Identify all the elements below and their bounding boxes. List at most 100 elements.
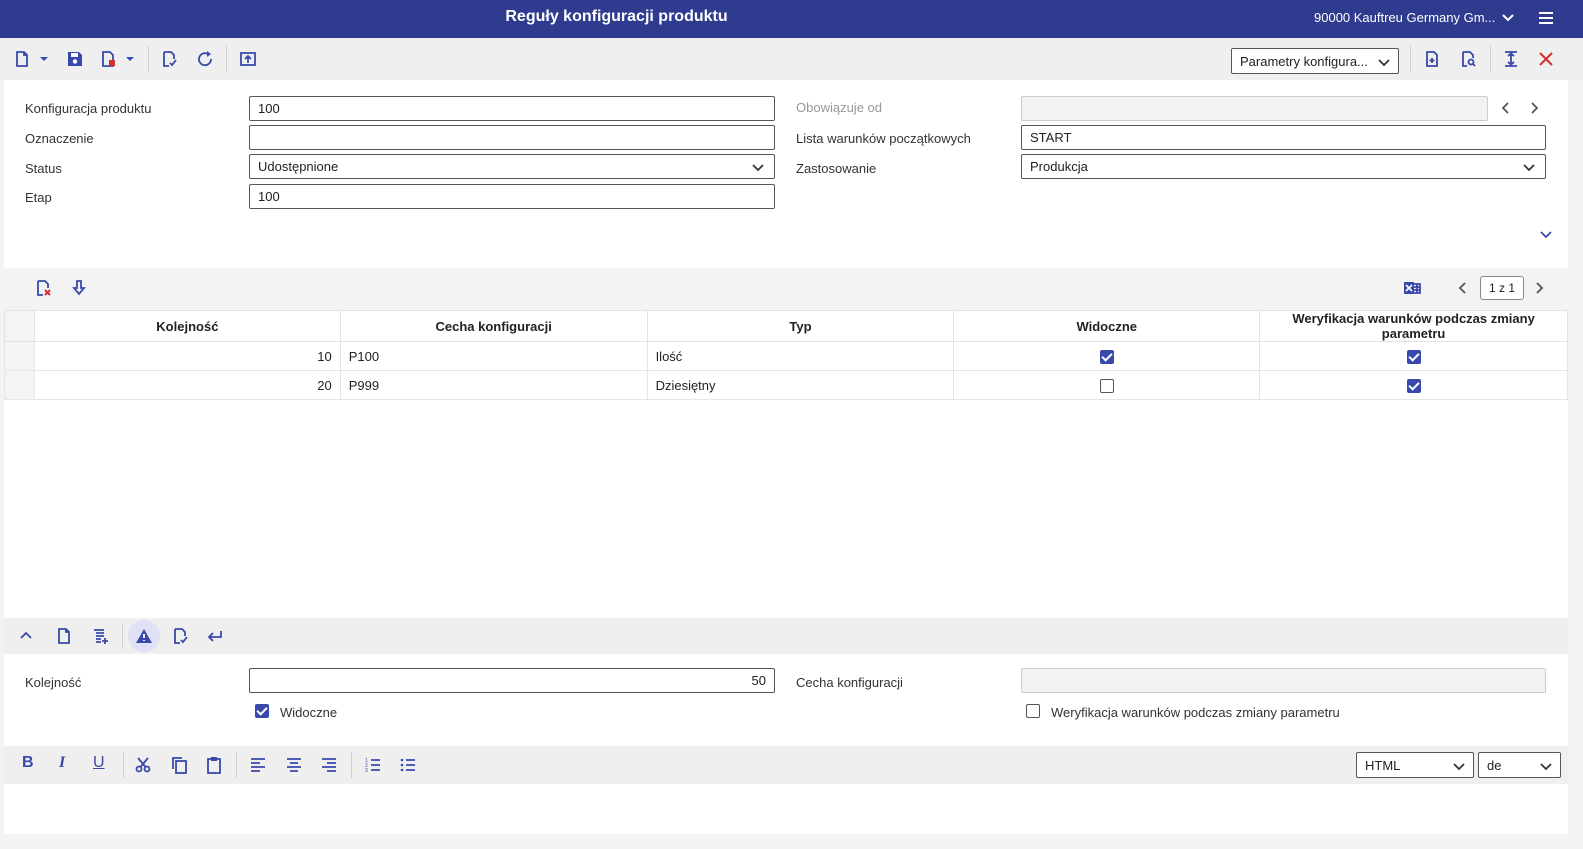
column-header-cecha[interactable]: Cecha konfiguracji	[339, 310, 648, 342]
zastosowanie-select[interactable]: Produkcja	[1021, 154, 1546, 179]
format-select[interactable]: HTML	[1356, 752, 1474, 778]
new-dropdown-icon[interactable]	[38, 48, 50, 70]
warning-icon[interactable]	[128, 620, 160, 652]
cell-widoczne[interactable]	[953, 341, 1261, 371]
cut-icon[interactable]	[132, 754, 154, 776]
oznaczenie-input[interactable]	[249, 125, 775, 150]
detail-kolejnosc-input[interactable]: 50	[249, 668, 775, 693]
bullet-list-icon[interactable]	[397, 754, 419, 776]
row-handle[interactable]	[4, 341, 35, 371]
delete-document-icon[interactable]	[97, 48, 119, 70]
etap-label: Etap	[25, 190, 52, 205]
column-header-weryfikacja[interactable]: Weryfikacja warunków podczas zmiany para…	[1259, 310, 1568, 342]
header-form: Konfiguracja produktu 100 Oznaczenie Sta…	[4, 80, 1568, 268]
validate-row-icon[interactable]	[169, 625, 191, 647]
row-handle[interactable]	[4, 370, 35, 400]
column-header-widoczne[interactable]: Widoczne	[953, 310, 1261, 342]
open-external-icon[interactable]	[237, 48, 259, 70]
lista-input[interactable]: START	[1021, 125, 1546, 150]
table-row[interactable]: 20 P999 Dziesiętny	[4, 370, 1568, 400]
row-header-cell	[4, 310, 35, 342]
undo-icon[interactable]	[204, 625, 226, 647]
view-select[interactable]: Parametry konfigura...	[1231, 48, 1399, 74]
validate-icon[interactable]	[158, 48, 180, 70]
zastosowanie-value: Produkcja	[1030, 159, 1088, 174]
detail-widoczne-checkbox[interactable]	[255, 704, 269, 718]
chevron-down-icon	[1453, 760, 1465, 771]
add-list-icon[interactable]	[90, 625, 112, 647]
editor-toolbar: B I U 123 HTML de	[4, 746, 1568, 784]
move-down-icon[interactable]	[68, 277, 90, 299]
obowiazuje-label: Obowiązuje od	[796, 100, 882, 115]
chevron-down-icon	[1523, 161, 1535, 172]
cell-cecha[interactable]: P100	[339, 341, 648, 371]
hamburger-menu-icon[interactable]	[1537, 9, 1555, 27]
detail-toolbar	[4, 618, 1568, 654]
numbered-list-icon[interactable]: 123	[362, 754, 384, 776]
delete-dropdown-icon[interactable]	[124, 48, 136, 70]
copy-icon[interactable]	[168, 754, 190, 776]
expand-header-icon[interactable]	[1535, 223, 1557, 245]
bold-button[interactable]: B	[22, 754, 34, 772]
cell-kolejnosc[interactable]: 10	[33, 341, 341, 371]
weryfikacja-checkbox[interactable]	[1406, 349, 1421, 364]
format-select-value: HTML	[1365, 758, 1401, 773]
cell-typ[interactable]: Ilość	[646, 341, 955, 371]
cell-cecha-value: P100	[348, 348, 380, 364]
text-editor-area[interactable]	[4, 784, 1568, 834]
detail-weryfikacja-checkbox[interactable]	[1026, 704, 1040, 718]
widoczne-checkbox[interactable]	[1099, 349, 1114, 364]
delete-row-icon[interactable]	[32, 277, 54, 299]
column-header-typ[interactable]: Typ	[646, 310, 955, 342]
paste-icon[interactable]	[203, 754, 225, 776]
konfiguracja-input[interactable]: 100	[249, 96, 775, 121]
chevron-down-icon[interactable]	[1500, 9, 1516, 25]
cell-kolejnosc[interactable]: 20	[33, 370, 341, 400]
cell-widoczne[interactable]	[953, 370, 1261, 400]
excel-export-icon[interactable]	[1401, 277, 1423, 299]
expand-vertical-icon[interactable]	[1500, 48, 1522, 70]
page-prev-icon[interactable]	[1452, 277, 1474, 299]
konfiguracja-label: Konfiguracja produktu	[25, 101, 152, 116]
close-icon[interactable]	[1535, 48, 1557, 70]
app-header: Reguły konfiguracji produktu 90000 Kauft…	[0, 0, 1583, 38]
view-select-value: Parametry konfigura...	[1240, 54, 1368, 69]
cell-typ[interactable]: Dziesiętny	[646, 370, 955, 400]
detail-cecha-input[interactable]	[1021, 668, 1546, 693]
svg-text:3: 3	[365, 768, 368, 774]
cell-cecha-value: P999	[348, 377, 380, 393]
separator	[1490, 46, 1491, 72]
align-center-icon[interactable]	[283, 754, 305, 776]
company-selector[interactable]: 90000 Kauftreu Germany Gm...	[1314, 10, 1495, 25]
language-select[interactable]: de	[1478, 752, 1561, 778]
page-indicator: 1 z 1	[1480, 276, 1525, 300]
detail-widoczne-label: Widoczne	[280, 705, 338, 720]
cell-cecha[interactable]: P999	[339, 370, 648, 400]
table-row[interactable]: 10 P100 Ilość	[4, 341, 1568, 371]
widoczne-checkbox[interactable]	[1099, 378, 1114, 393]
detail-weryfikacja-label: Weryfikacja warunków podczas zmiany para…	[1051, 705, 1340, 720]
status-value: Udostępnione	[258, 159, 339, 174]
chevron-left-icon[interactable]	[1495, 97, 1517, 119]
save-icon[interactable]	[64, 48, 86, 70]
page-next-icon[interactable]	[1528, 277, 1550, 299]
align-right-icon[interactable]	[318, 754, 340, 776]
search-document-icon[interactable]	[1457, 48, 1479, 70]
italic-button[interactable]: I	[59, 754, 65, 772]
refresh-icon[interactable]	[194, 48, 216, 70]
status-select[interactable]: Udostępnione	[249, 154, 775, 179]
column-header-kolejnosc[interactable]: Kolejność	[33, 310, 341, 342]
cell-weryfikacja[interactable]	[1259, 370, 1568, 400]
underline-button[interactable]: U	[93, 754, 105, 772]
cell-weryfikacja[interactable]	[1259, 341, 1568, 371]
chevron-down-icon	[1378, 56, 1390, 67]
etap-input[interactable]: 100	[249, 184, 775, 209]
new-document-icon[interactable]	[11, 48, 33, 70]
align-left-icon[interactable]	[247, 754, 269, 776]
weryfikacja-checkbox[interactable]	[1406, 378, 1421, 393]
collapse-up-icon[interactable]	[15, 625, 37, 647]
new-row-icon[interactable]	[53, 625, 75, 647]
main-toolbar: Parametry konfigura...	[0, 38, 1583, 80]
add-document-icon[interactable]	[1421, 48, 1443, 70]
chevron-right-icon[interactable]	[1523, 97, 1545, 119]
